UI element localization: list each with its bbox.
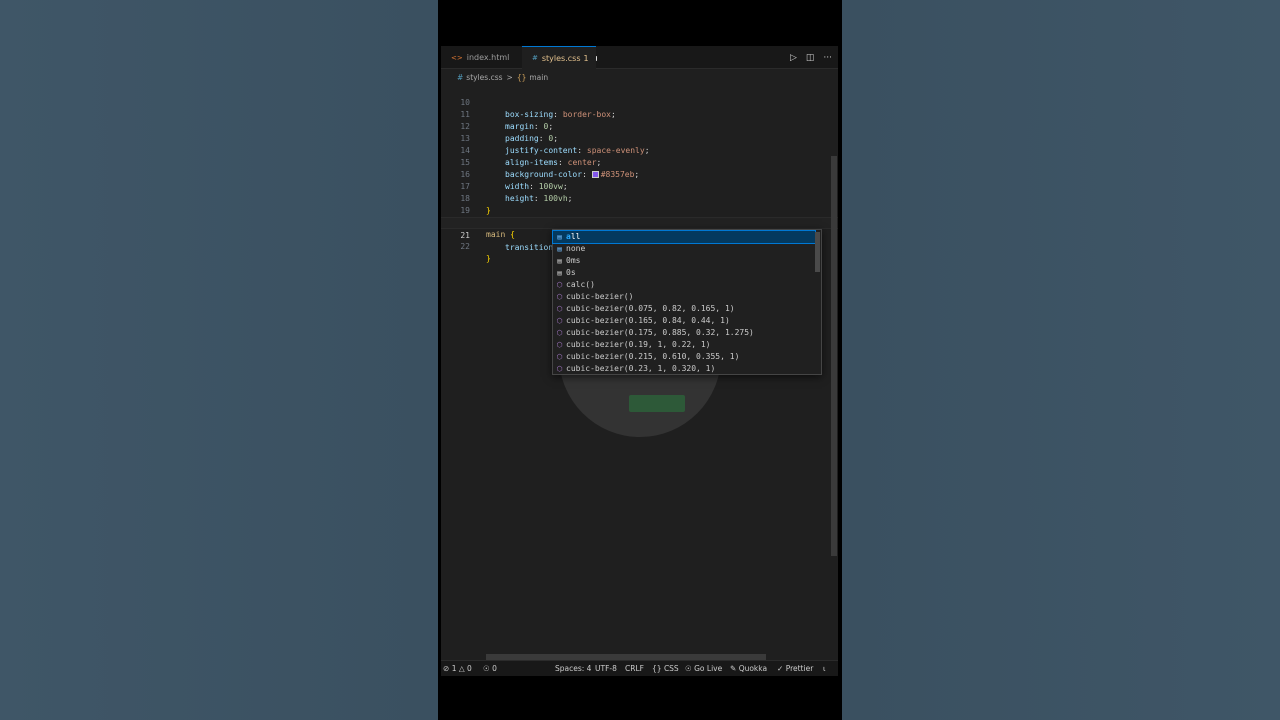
suggestion-item[interactable]: ▤ 0s	[553, 267, 815, 279]
go-live-status[interactable]: ☉ Go Live	[685, 661, 722, 676]
suggestion-item[interactable]: ⬡ cubic-bezier(0.175, 0.885, 0.32, 1.275)	[553, 327, 815, 339]
warning-icon: △	[458, 664, 465, 673]
suggestion-item[interactable]: ▤ all	[552, 230, 816, 244]
suggestion-item[interactable]: ⬡ cubic-bezier(0.075, 0.82, 0.165, 1)	[553, 303, 815, 315]
function-cube-icon: ⬡	[556, 341, 563, 349]
problem-count-badge: 1	[583, 53, 589, 63]
keyword-icon: ▤	[557, 233, 562, 241]
run-icon[interactable]: ▷	[790, 53, 797, 63]
error-icon: ⊘	[443, 664, 450, 673]
match-highlight: a	[566, 232, 571, 241]
suggestion-item[interactable]: ⬡ cubic-bezier()	[553, 291, 815, 303]
background-left	[0, 0, 438, 720]
editor-actions: ▷ ◫ ···	[790, 46, 832, 69]
code-line: 18 }	[441, 181, 838, 215]
code-line: 12 padding: 0;	[441, 109, 838, 143]
more-actions-icon[interactable]: ···	[823, 53, 832, 63]
code-line: 15 background-color: #8357eb;	[441, 145, 838, 179]
function-cube-icon: ⬡	[556, 305, 563, 313]
code-editor-window: <> index.html # styles.css 1 ▷ ◫ ··· # s…	[441, 46, 838, 676]
broadcast-icon: ☉	[685, 664, 692, 673]
code-line: 10 box-sizing: border-box;	[441, 85, 838, 119]
code-line: 19	[441, 193, 838, 215]
watermark-bar	[629, 395, 685, 412]
function-cube-icon: ⬡	[556, 353, 563, 361]
encoding-status[interactable]: UTF-8	[595, 661, 617, 676]
line-number: 22	[460, 242, 470, 251]
keyword-icon: ▤	[557, 245, 562, 253]
code-line: 11 margin: 0;	[441, 97, 838, 131]
quokka-status[interactable]: ✎ Quokka	[730, 661, 767, 676]
code-line: 17 height: 100vh;	[441, 169, 838, 203]
css-file-icon: #	[532, 54, 538, 62]
tab-bar: <> index.html # styles.css 1 ▷ ◫ ···	[441, 46, 838, 69]
css-file-icon: #	[457, 72, 464, 82]
function-cube-icon: ⬡	[556, 293, 563, 301]
function-cube-icon: ⬡	[556, 329, 563, 337]
css-property: transition	[505, 243, 554, 252]
split-editor-icon[interactable]: ◫	[806, 53, 815, 63]
tab-styles-css[interactable]: # styles.css 1	[522, 46, 596, 69]
suggestion-item[interactable]: ⬡ cubic-bezier(0.19, 1, 0.22, 1)	[553, 339, 815, 351]
suggestion-item[interactable]: ⬡ cubic-bezier(0.165, 0.84, 0.44, 1)	[553, 315, 815, 327]
problems-status[interactable]: ⊘ 1 △ 0	[443, 661, 472, 676]
closing-brace: }	[486, 254, 491, 263]
breadcrumb-file[interactable]: styles.css	[466, 73, 502, 82]
autocomplete-suggestions: ▤ all ▤ none ▤ 0ms ▤ 0s ⬡ calc() ⬡ cubic-bezie…	[552, 229, 822, 375]
code-line: 14 align-items: center;	[441, 133, 838, 167]
indentation-status[interactable]: Spaces: 4	[555, 661, 591, 676]
code-line: 20 main {	[441, 205, 838, 239]
tab-label: index.html	[466, 53, 510, 62]
suggestion-item[interactable]: ⬡ calc()	[553, 279, 815, 291]
quokka-icon: ✎	[730, 664, 737, 673]
check-double-icon: ✓	[777, 664, 784, 673]
ports-status[interactable]: ☉ 0	[483, 661, 497, 676]
breadcrumb: # styles.css > {} main	[441, 70, 838, 84]
suggestion-item[interactable]: ⬡ cubic-bezier(0.215, 0.610, 0.355, 1)	[553, 351, 815, 363]
eol-status[interactable]: CRLF	[625, 661, 644, 676]
broadcast-icon: ☉	[483, 664, 490, 673]
suggestions-scrollbar[interactable]	[815, 232, 820, 272]
notifications-bell-icon[interactable]: ⍳	[823, 661, 826, 676]
language-mode-status[interactable]: {} CSS	[652, 661, 679, 676]
function-cube-icon: ⬡	[556, 365, 563, 373]
code-line: 16 width: 100vw;	[441, 157, 838, 191]
vertical-scrollbar[interactable]	[831, 156, 837, 556]
unit-icon: ▤	[557, 257, 562, 265]
status-bar: ⊘ 1 △ 0 ☉ 0 Spaces: 4 UTF-8 CRLF {} CSS …	[441, 660, 838, 676]
html-file-icon: <>	[451, 53, 463, 62]
function-cube-icon: ⬡	[556, 317, 563, 325]
prettier-status[interactable]: ✓ Prettier	[777, 661, 813, 676]
function-cube-icon: ⬡	[556, 281, 563, 289]
selector-icon: {}	[516, 72, 527, 82]
braces-icon: {}	[652, 664, 662, 673]
suggestion-item[interactable]: ⬡ cubic-bezier(0.23, 1, 0.320, 1)	[553, 363, 815, 375]
tab-label: styles.css	[541, 53, 581, 63]
suggestion-item[interactable]: ▤ 0ms	[553, 255, 815, 267]
breadcrumb-symbol[interactable]: main	[529, 73, 548, 82]
tab-index-html[interactable]: <> index.html	[441, 46, 521, 69]
current-code-line: 21 transition: a	[441, 217, 838, 252]
code-line: 13 justify-content: space-evenly;	[441, 121, 838, 155]
suggestion-item[interactable]: ▤ none	[553, 243, 815, 255]
unit-icon: ▤	[557, 269, 562, 277]
chevron-right-icon: >	[506, 72, 513, 82]
background-right	[842, 0, 1280, 720]
